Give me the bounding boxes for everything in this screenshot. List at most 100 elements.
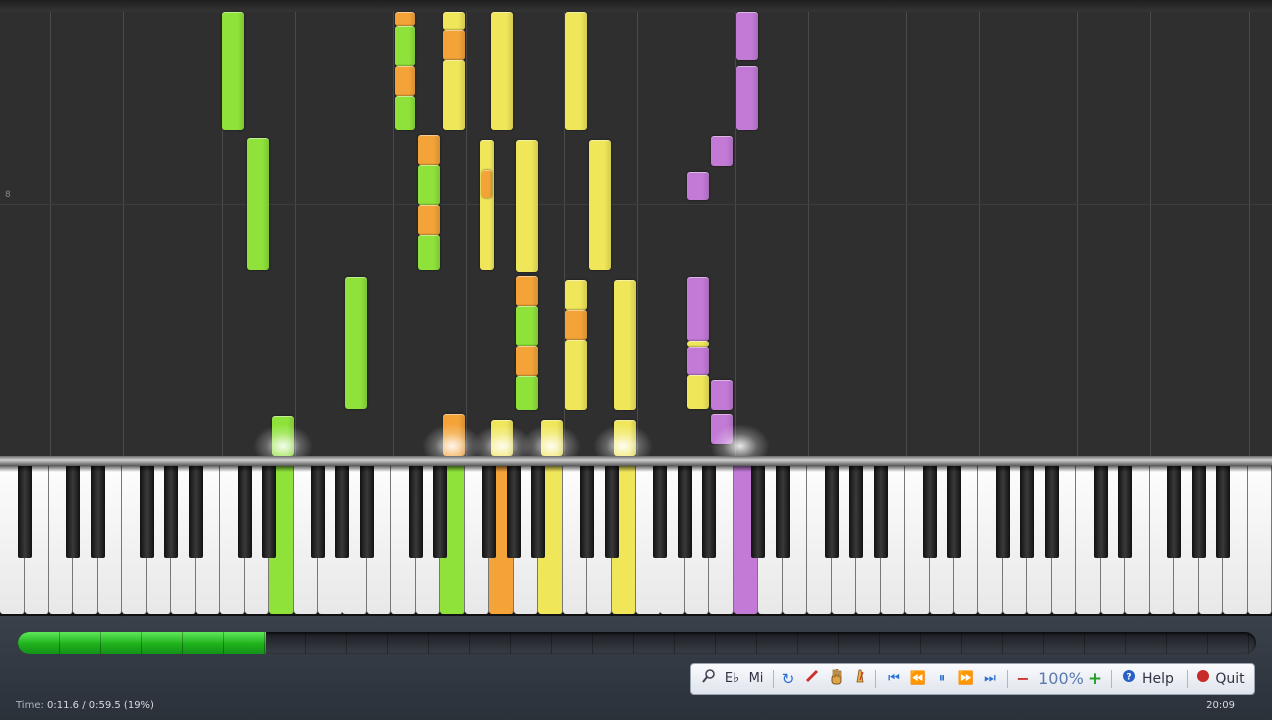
- grid-line: [295, 12, 296, 457]
- black-key[interactable]: [1044, 466, 1059, 558]
- skip-to-start-icon[interactable]: ⏮: [885, 669, 903, 689]
- progress-tick: [1207, 632, 1208, 654]
- black-key[interactable]: [995, 466, 1010, 558]
- note-block-yellow: [443, 60, 465, 130]
- black-key[interactable]: [677, 466, 692, 558]
- progress-tick: [510, 632, 511, 654]
- black-key[interactable]: [604, 466, 619, 558]
- note-block-orange: [418, 205, 440, 235]
- black-key[interactable]: [946, 466, 961, 558]
- black-key[interactable]: [1020, 466, 1035, 558]
- progress-tick: [428, 632, 429, 654]
- black-key[interactable]: [1216, 466, 1230, 558]
- black-key[interactable]: [1118, 466, 1133, 558]
- piano-keyboard[interactable]: [0, 466, 1272, 616]
- progress-tick: [797, 632, 798, 654]
- black-key[interactable]: [506, 466, 521, 558]
- grid-line: [466, 12, 467, 457]
- progress-tick: [838, 632, 839, 654]
- time-readout: Time: 0:11.6 / 0:59.5 (19%): [16, 700, 154, 711]
- quit-button[interactable]: Quit: [1213, 669, 1247, 689]
- black-key[interactable]: [922, 466, 937, 558]
- black-key[interactable]: [824, 466, 839, 558]
- progress-bar[interactable]: [18, 632, 1256, 654]
- metronome-icon[interactable]: [851, 669, 869, 689]
- note-block-purple: [736, 12, 758, 60]
- black-key[interactable]: [873, 466, 888, 558]
- speed-down-button[interactable]: −: [1015, 669, 1031, 689]
- note-block-yellow: [687, 375, 709, 409]
- black-key[interactable]: [433, 466, 448, 558]
- black-key[interactable]: [751, 466, 766, 558]
- black-key[interactable]: [359, 466, 374, 558]
- black-key[interactable]: [262, 466, 277, 558]
- black-key[interactable]: [702, 466, 717, 558]
- note-block-yellow: [589, 140, 611, 270]
- loop-icon[interactable]: ↻: [779, 669, 797, 689]
- help-button[interactable]: Help: [1139, 669, 1177, 689]
- progress-tick: [223, 632, 224, 654]
- progress-tick: [551, 632, 552, 654]
- progress-tick: [756, 632, 757, 654]
- grid-line: [637, 12, 638, 457]
- note-block-orange: [516, 276, 538, 306]
- note-block-yellow: [491, 12, 513, 130]
- help-icon[interactable]: ?: [1121, 669, 1137, 689]
- black-key[interactable]: [1167, 466, 1182, 558]
- black-key[interactable]: [17, 466, 32, 558]
- hit-glow: [593, 424, 653, 460]
- fast-forward-icon[interactable]: ⏩: [957, 669, 975, 689]
- black-key[interactable]: [653, 466, 668, 558]
- white-key[interactable]: [1247, 466, 1272, 614]
- note-block-purple: [736, 66, 758, 130]
- note-block-purple: [687, 172, 709, 200]
- black-key[interactable]: [164, 466, 179, 558]
- grid-line: [123, 12, 124, 457]
- rewind-icon[interactable]: ⏪: [909, 669, 927, 689]
- quit-icon[interactable]: [1195, 669, 1211, 689]
- black-key[interactable]: [482, 466, 497, 558]
- progress-tick: [1125, 632, 1126, 654]
- key-signature-button[interactable]: E♭: [721, 669, 743, 689]
- clock: 20:09: [1206, 700, 1235, 711]
- speed-up-button[interactable]: +: [1087, 669, 1103, 689]
- note-block-green: [222, 12, 244, 130]
- note-label-button[interactable]: Mi: [745, 669, 767, 689]
- note-block-purple: [687, 277, 709, 341]
- progress-tick: [305, 632, 306, 654]
- note-block-orange: [418, 135, 440, 165]
- black-key[interactable]: [775, 466, 790, 558]
- note-block-green: [345, 277, 367, 409]
- black-key[interactable]: [66, 466, 81, 558]
- hand-icon[interactable]: [827, 668, 845, 689]
- note-block-yellow: [614, 280, 636, 410]
- black-key[interactable]: [188, 466, 203, 558]
- black-key[interactable]: [531, 466, 546, 558]
- black-key[interactable]: [311, 466, 325, 558]
- progress-tick: [674, 632, 675, 654]
- note-block-orange: [516, 346, 538, 376]
- progress-tick: [59, 632, 60, 654]
- black-key[interactable]: [1093, 466, 1108, 558]
- black-key[interactable]: [849, 466, 864, 558]
- magnifier-icon[interactable]: [699, 669, 719, 689]
- black-key[interactable]: [335, 466, 350, 558]
- hit-glow: [521, 424, 581, 460]
- progress-tick: [100, 632, 101, 654]
- toolbar-divider: [773, 670, 774, 688]
- grid-line: [979, 12, 980, 457]
- black-key[interactable]: [90, 466, 105, 558]
- black-key[interactable]: [1191, 466, 1206, 558]
- skip-to-end-icon[interactable]: ⏭: [981, 669, 999, 689]
- progress-tick: [469, 632, 470, 654]
- black-key[interactable]: [237, 466, 252, 558]
- note-block-purple: [687, 347, 709, 375]
- pause-icon[interactable]: ⏸: [933, 669, 951, 689]
- note-block-yellow: [565, 12, 587, 130]
- pencil-icon[interactable]: [803, 669, 821, 689]
- progress-tick: [592, 632, 593, 654]
- black-key[interactable]: [139, 466, 154, 558]
- black-key[interactable]: [408, 466, 423, 558]
- progress-tick: [1248, 632, 1249, 654]
- black-key[interactable]: [580, 466, 594, 558]
